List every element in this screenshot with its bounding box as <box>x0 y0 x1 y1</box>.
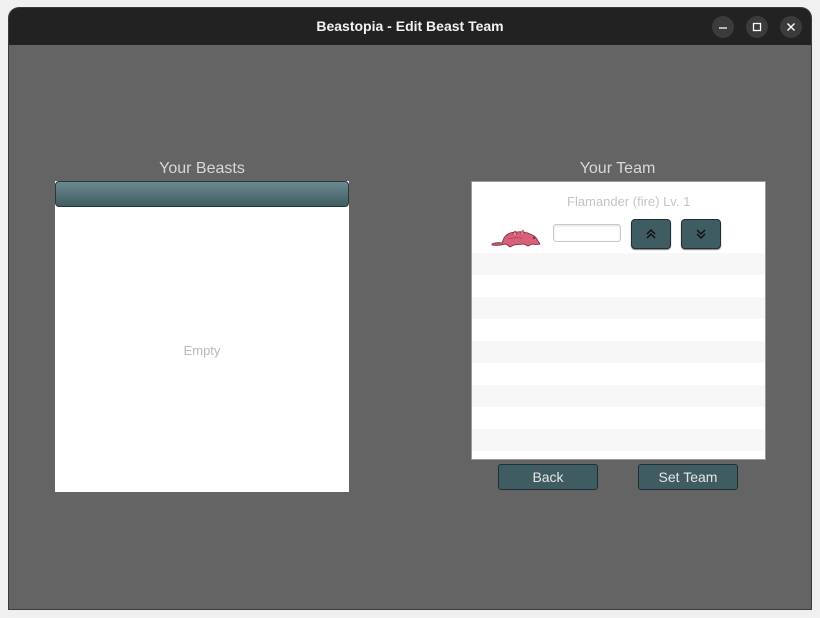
your-team-heading: Your Team <box>579 160 656 177</box>
app-window: Beastopia - Edit Beast Team Your Beasts … <box>9 8 811 609</box>
beasts-empty-placeholder: Empty <box>183 343 221 358</box>
move-up-button[interactable] <box>631 219 671 249</box>
empty-row <box>472 341 765 363</box>
team-list[interactable]: Flamander (fire) Lv. 1 <box>471 181 766 460</box>
empty-row <box>472 429 765 451</box>
minimize-icon <box>719 27 727 29</box>
double-chevron-up-icon <box>646 228 656 239</box>
empty-row <box>472 363 765 385</box>
your-beasts-heading: Your Beasts <box>159 160 245 177</box>
close-button[interactable] <box>780 16 802 38</box>
nickname-input[interactable] <box>553 224 621 242</box>
empty-row <box>472 253 765 275</box>
team-member-name: Flamander (fire) Lv. 1 <box>567 194 691 209</box>
empty-row <box>472 297 765 319</box>
double-chevron-down-icon <box>696 229 706 240</box>
empty-row <box>472 385 765 407</box>
maximize-button[interactable] <box>746 16 768 38</box>
flamander-sprite-icon <box>491 229 541 248</box>
empty-row <box>472 407 765 429</box>
close-icon <box>787 23 795 31</box>
move-down-button[interactable] <box>681 219 721 249</box>
maximize-icon <box>752 22 762 32</box>
beasts-list-header[interactable] <box>55 181 349 207</box>
window-title: Beastopia - Edit Beast Team <box>316 18 504 34</box>
back-button[interactable]: Back <box>498 464 598 490</box>
empty-row <box>472 275 765 297</box>
set-team-button[interactable]: Set Team <box>638 464 738 490</box>
empty-row <box>472 319 765 341</box>
title-bar[interactable]: Beastopia - Edit Beast Team <box>9 8 811 45</box>
minimize-button[interactable] <box>712 16 734 38</box>
beasts-list[interactable]: Empty <box>55 181 349 492</box>
